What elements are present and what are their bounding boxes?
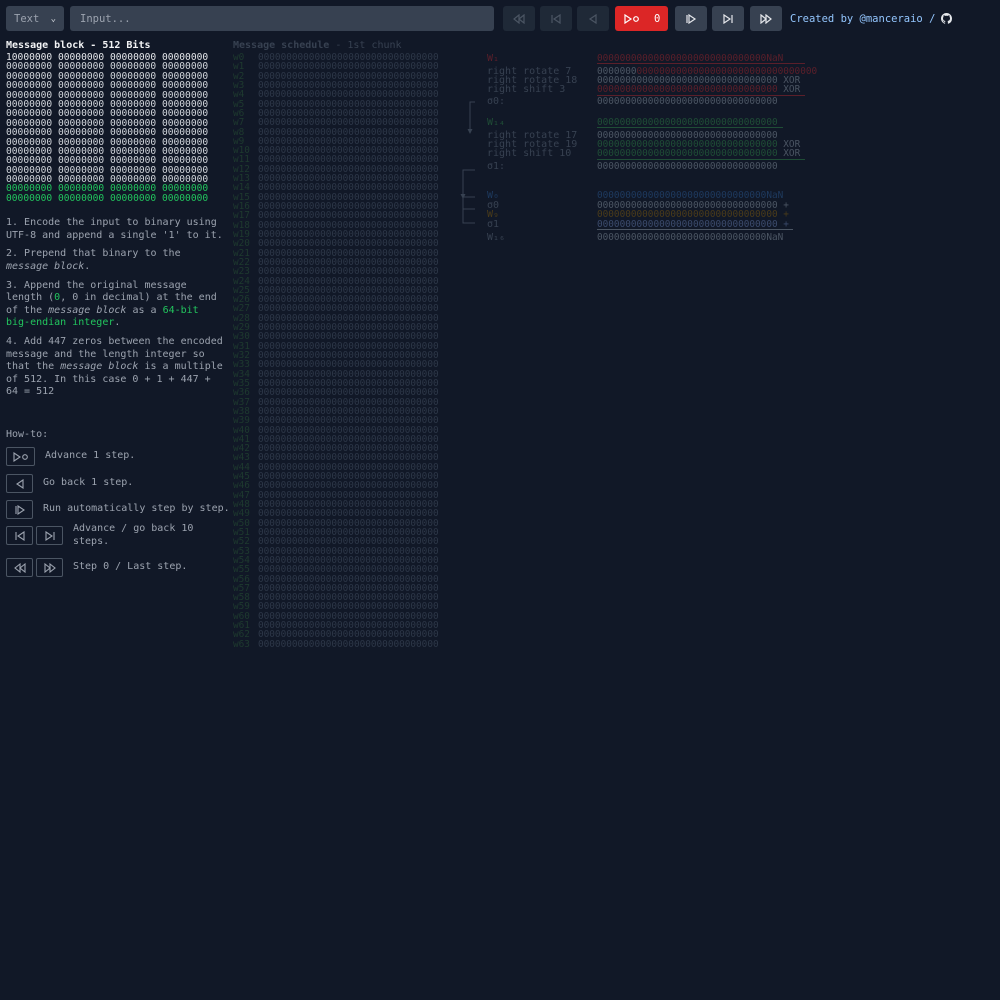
message-block-title: Message block - 512 Bits [6, 40, 151, 51]
back-ten-demo-button[interactable] [6, 526, 33, 545]
mode-select-value: Text [14, 12, 40, 25]
play-step-icon [12, 451, 28, 462]
credit: Created by @manceraio / [790, 6, 953, 31]
sigma0-value: 00000000000000000000000000000000 [597, 96, 778, 107]
length-bits-row: 00000000 00000000 00000000 00000000 [6, 192, 209, 204]
autoplay-icon [686, 13, 697, 24]
sig1-sum-label: σ1 [487, 219, 500, 230]
forward-ten-demo-button[interactable] [36, 526, 63, 545]
fast-forward-icon [43, 562, 56, 573]
step-2: 2. Prepend that binary to the message bl… [6, 248, 181, 273]
skip-back-icon [551, 13, 561, 24]
autoplay-button[interactable] [675, 6, 707, 31]
skip-back-icon [14, 530, 25, 541]
schedule-row-value: 00000000000000000000000000000000 [258, 638, 439, 650]
message-input-placeholder: Input... [80, 12, 131, 25]
rewind-icon [513, 13, 525, 24]
howto-item: Run automatically step by step. [6, 500, 230, 519]
schedule-title: Message schedule - 1st chunk [233, 40, 402, 51]
skip-forward-icon [723, 13, 733, 24]
sum-underline [597, 229, 793, 230]
howto-text: Advance / go back 10 steps. [73, 523, 194, 547]
advance-one-demo-button[interactable] [6, 447, 35, 466]
connector-lines [460, 101, 475, 224]
howto-item: Advance / go back 10 steps. [6, 523, 203, 548]
howto-item: Advance 1 step. [6, 447, 135, 466]
message-input[interactable]: Input... [70, 6, 494, 31]
howto-item: Go back 1 step. [6, 474, 133, 493]
left-panel: Message block - 512 Bits 10000000 000000… [6, 40, 230, 577]
first-step-button[interactable] [503, 6, 535, 31]
skip-forward-icon [44, 530, 55, 541]
toolbar: Text ⌄ Input... 0 Created by @manceraio … [6, 6, 994, 31]
rs3-label: right shift 3 [487, 84, 566, 95]
rs10-label: right shift 10 [487, 148, 572, 159]
step-1: 1. Encode the input to binary using UTF-… [6, 217, 223, 241]
w1-underline [597, 63, 805, 64]
autoplay-demo-button[interactable] [6, 500, 33, 519]
howto-text: Advance 1 step. [45, 450, 136, 462]
sigma1-label: σ1: [487, 161, 506, 172]
rewind-icon [13, 562, 26, 573]
step-back-icon [15, 478, 24, 489]
sigma0-label: σ0: [487, 96, 506, 107]
back-one-demo-button[interactable] [6, 474, 33, 493]
step-4: 4. Add 447 zeros between the encoded mes… [6, 336, 223, 398]
forward-ten-button[interactable] [712, 6, 744, 31]
fast-forward-icon [760, 13, 772, 24]
step-counter: 0 [654, 12, 661, 25]
advance-one-button[interactable]: 0 [615, 6, 668, 31]
autoplay-icon [14, 504, 25, 515]
first-step-demo-button[interactable] [6, 558, 33, 577]
w16-label: W₁₆ [487, 232, 506, 243]
howto-text: Step 0 / Last step. [73, 561, 188, 573]
last-step-demo-button[interactable] [36, 558, 63, 577]
howto-text: Run automatically step by step. [43, 503, 230, 515]
play-step-icon [624, 13, 639, 24]
instructions: 1. Encode the input to binary using UTF-… [6, 217, 226, 399]
schedule-row-label: w63 [233, 638, 250, 650]
last-step-button[interactable] [750, 6, 782, 31]
credit-link[interactable]: Created by @manceraio / [790, 13, 935, 25]
github-icon[interactable] [941, 13, 953, 24]
w16-value: 000000000000000000000000000000NaN [597, 232, 784, 243]
mode-select[interactable]: Text ⌄ [6, 6, 64, 31]
message-block-bits: 10000000 00000000 00000000 00000000 0000… [6, 52, 226, 204]
back-ten-button[interactable] [540, 6, 572, 31]
w14-label: W₁₄ [487, 117, 506, 128]
howto-text: Go back 1 step. [43, 477, 134, 489]
howto-item: Step 0 / Last step. [6, 558, 187, 577]
step-back-icon [588, 13, 597, 24]
back-one-button[interactable] [577, 6, 609, 31]
step-3: 3. Append the original message length (0… [6, 279, 217, 329]
chevron-down-icon: ⌄ [50, 13, 56, 24]
rs10-value: 00000000000000000000000000000000 XOR [597, 148, 801, 159]
schedule-row: w63 00000000000000000000000000000000 [233, 638, 439, 650]
w1-label: W₁ [487, 53, 500, 64]
schedule-words: w0 00000000000000000000000000000000 w1 0000… [233, 53, 439, 649]
w14-underline [597, 127, 783, 128]
sigma1-value: 00000000000000000000000000000000 [597, 161, 778, 172]
message-schedule: Message schedule - 1st chunk w0 000000000… [233, 40, 439, 649]
rs10-underline [597, 159, 805, 160]
howto-title: How-to: [6, 429, 49, 440]
rs3-value: 00000000000000000000000000000000 XOR [597, 84, 801, 95]
